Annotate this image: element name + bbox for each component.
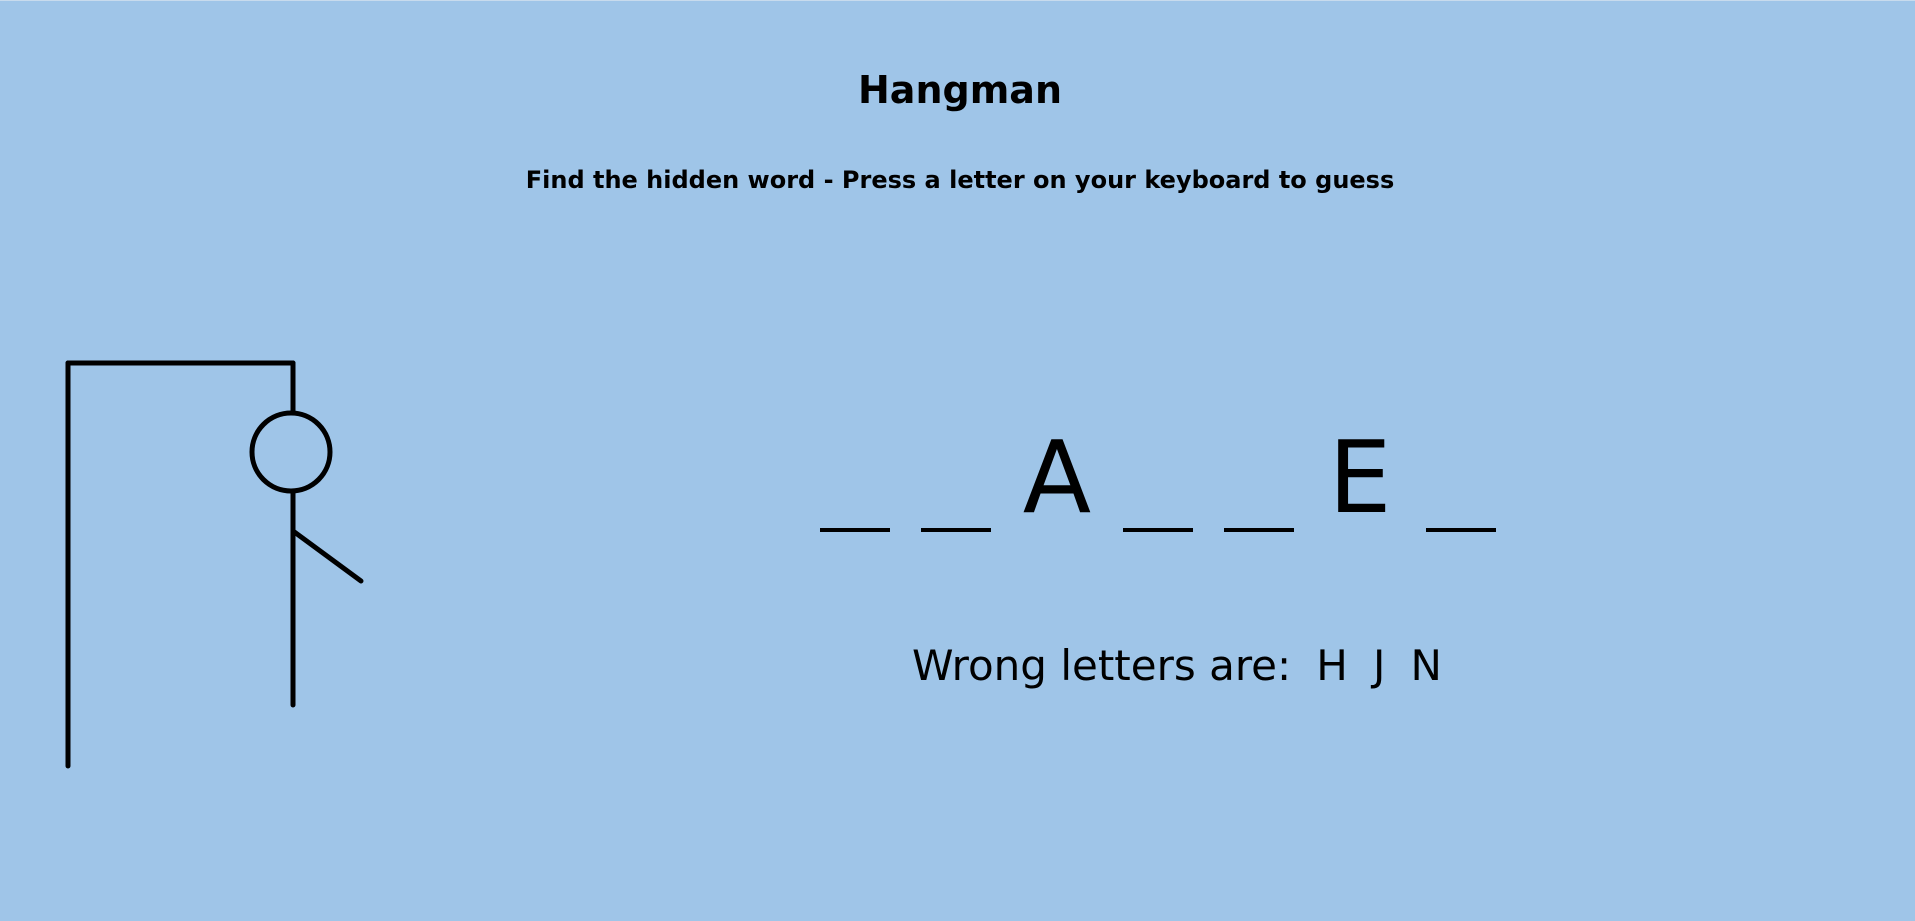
hangman-drawing xyxy=(65,360,364,769)
hangman-right-arm xyxy=(290,528,364,584)
letter: E xyxy=(1328,419,1392,536)
wrong-letter: H xyxy=(1316,641,1348,690)
hidden-word: A E xyxy=(820,428,1527,540)
letter-slot: A xyxy=(1022,428,1092,540)
letter-slot xyxy=(820,440,890,540)
hangman-head xyxy=(249,410,333,494)
letter: A xyxy=(1022,419,1092,536)
letter-slot xyxy=(1123,440,1193,540)
letter-slot xyxy=(1426,440,1496,540)
letter-blank xyxy=(1123,528,1193,532)
letter-slot xyxy=(1224,440,1294,540)
letter-blank xyxy=(1224,528,1294,532)
letter-blank xyxy=(1426,528,1496,532)
letter-slot: E xyxy=(1325,428,1395,540)
letter-blank xyxy=(921,528,991,532)
letter-slot xyxy=(921,440,991,540)
letter-blank xyxy=(820,528,890,532)
wrong-letters-label: Wrong letters are: xyxy=(912,641,1292,690)
wrong-letter: N xyxy=(1410,641,1442,690)
wrong-letter: J xyxy=(1372,641,1386,690)
wrong-letters: Wrong letters are: H J N xyxy=(912,641,1442,691)
